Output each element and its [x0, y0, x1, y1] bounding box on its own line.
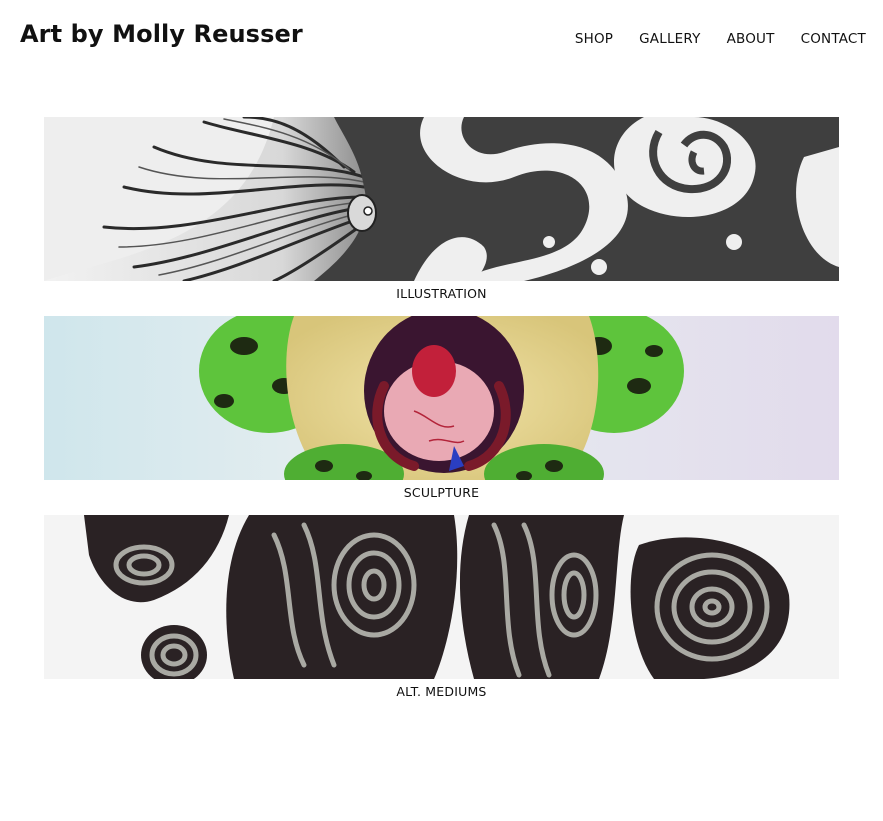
alt-mediums-banner-image[interactable]	[44, 515, 839, 679]
site-title[interactable]: Art by Molly Reusser	[20, 20, 303, 48]
illustration-banner-image[interactable]	[44, 117, 839, 281]
main-nav: SHOP GALLERY ABOUT CONTACT	[575, 31, 866, 47]
nav-contact[interactable]: CONTACT	[801, 31, 866, 47]
category-card-illustration[interactable]: ILLUSTRATION	[44, 117, 839, 316]
nav-gallery[interactable]: GALLERY	[639, 31, 700, 47]
nav-shop[interactable]: SHOP	[575, 31, 613, 47]
category-card-alt-mediums[interactable]: ALT. MEDIUMS	[44, 515, 839, 714]
category-label-illustration[interactable]: ILLUSTRATION	[44, 281, 839, 316]
category-card-sculpture[interactable]: SCULPTURE	[44, 316, 839, 515]
category-label-alt-mediums[interactable]: ALT. MEDIUMS	[44, 679, 839, 714]
category-gallery: ILLUSTRATION SCULPTURE ALT. MEDIUMS	[44, 117, 839, 714]
sculpture-banner-image[interactable]	[44, 316, 839, 480]
category-label-sculpture[interactable]: SCULPTURE	[44, 480, 839, 515]
nav-about[interactable]: ABOUT	[727, 31, 775, 47]
